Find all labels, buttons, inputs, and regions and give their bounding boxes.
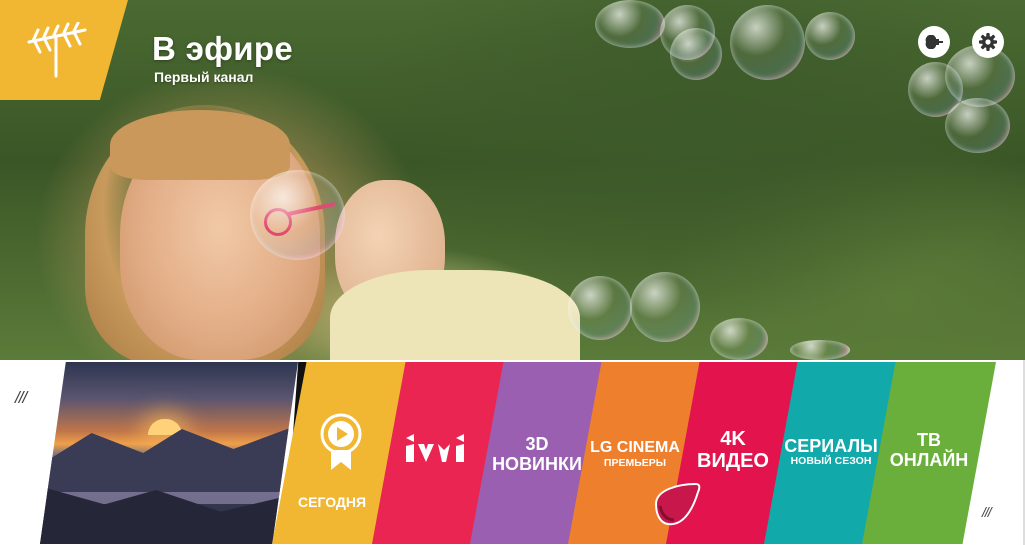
bubble	[670, 28, 722, 80]
launcher-left-handle[interactable]: ///	[15, 388, 27, 408]
bubble	[790, 340, 850, 360]
child-bangs	[110, 110, 290, 180]
tile-serialy-line1: СЕРИАЛЫ	[784, 436, 878, 456]
bubble	[630, 272, 700, 342]
bubble	[568, 276, 632, 340]
page-title: В эфире	[152, 30, 293, 67]
bubble	[945, 98, 1010, 153]
bubble	[710, 318, 768, 360]
tile-lg-cinema-line1: LG CINEMA	[590, 439, 680, 456]
play-badge-icon	[320, 413, 362, 470]
magic-remote-pointer-icon	[654, 482, 701, 526]
bubble	[250, 170, 345, 260]
input-source-icon	[925, 35, 943, 49]
bubble	[730, 5, 805, 80]
live-tv-thumbnail[interactable]	[40, 362, 298, 544]
ivi-logo-icon	[406, 434, 464, 462]
child-sleeve	[330, 270, 580, 360]
tile-tv-line2: ОНЛАЙН	[889, 450, 969, 470]
gear-icon	[979, 33, 997, 51]
antenna-icon	[27, 22, 87, 78]
input-source-button[interactable]	[918, 26, 950, 58]
bubble	[805, 12, 855, 60]
channel-name: Первый канал	[154, 69, 254, 85]
bubble	[595, 0, 665, 48]
settings-button[interactable]	[972, 26, 1004, 58]
launcher-right-handle[interactable]: ///	[982, 504, 992, 520]
tile-3d-line1: 3D	[525, 434, 549, 454]
